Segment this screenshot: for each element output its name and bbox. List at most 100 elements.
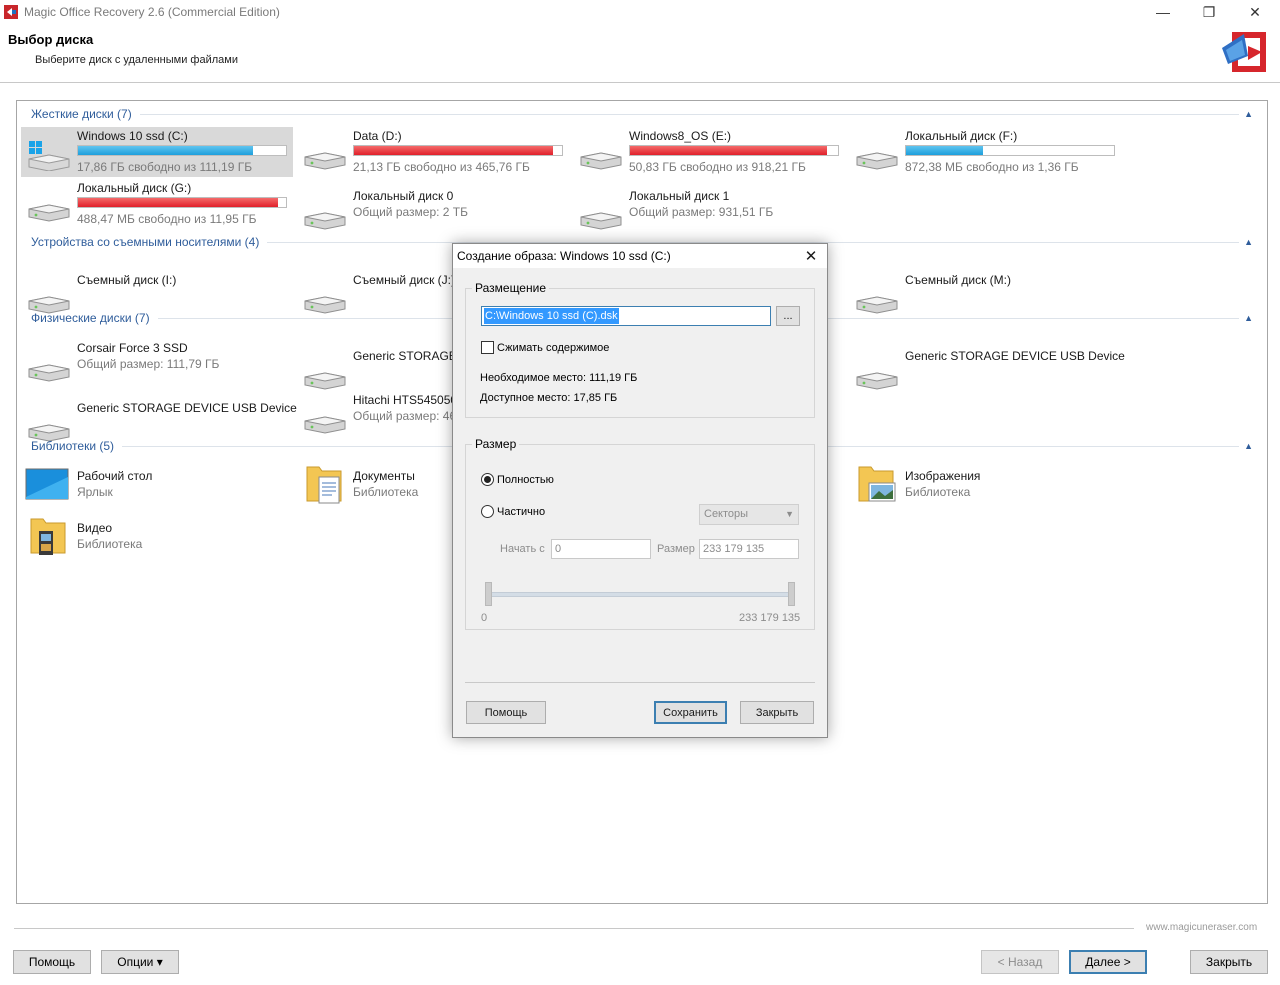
disk-name: Windows 10 ssd (C:) bbox=[77, 129, 188, 143]
library-name: Рабочий стол bbox=[77, 469, 153, 483]
disk-name: Локальный диск 0 bbox=[353, 189, 454, 203]
dialog-titlebar: Создание образа: Windows 10 ssd (C:) ✕ bbox=[453, 244, 827, 268]
chevron-up-icon[interactable]: ▲ bbox=[1239, 109, 1253, 119]
help-button[interactable]: Помощь bbox=[13, 950, 91, 974]
page-title: Выбор диска bbox=[8, 32, 94, 47]
disk-name: Data (D:) bbox=[353, 129, 402, 143]
disk-name: Hitachi HTS545050A bbox=[353, 393, 466, 407]
section-label: Физические диски (7) bbox=[31, 311, 150, 325]
physical-item[interactable]: Generic STORAGE DEVICE USB Device bbox=[849, 347, 1125, 397]
app-title: Magic Office Recovery 2.6 (Commercial Ed… bbox=[24, 5, 280, 19]
chevron-up-icon[interactable]: ▲ bbox=[1239, 313, 1253, 323]
units-value: Секторы bbox=[704, 508, 749, 520]
required-space: Необходимое место: 111,19 ГБ bbox=[480, 372, 638, 384]
image-path-value: C:\Windows 10 ssd (C).dsk bbox=[484, 308, 619, 324]
footer-divider bbox=[14, 928, 1134, 929]
exit-button[interactable]: Закрыть bbox=[1190, 950, 1268, 974]
disk-free-space: 872,38 МБ свободно из 1,36 ГБ bbox=[905, 160, 1079, 174]
disk-free-space: 17,86 ГБ свободно из 111,19 ГБ bbox=[77, 160, 253, 174]
disk-free-space: 50,83 ГБ свободно из 918,21 ГБ bbox=[629, 160, 806, 174]
range-slider-end-handle[interactable] bbox=[788, 582, 795, 606]
window-titlebar: Magic Office Recovery 2.6 (Commercial Ed… bbox=[0, 0, 1280, 24]
dialog-close-action-button[interactable]: Закрыть bbox=[740, 701, 814, 724]
hard-drive-icon bbox=[304, 212, 346, 230]
disk-usage-bar bbox=[629, 145, 839, 156]
size-group-label: Размер bbox=[472, 437, 520, 451]
disk-usage-bar bbox=[77, 145, 287, 156]
hard-drive-icon bbox=[580, 212, 622, 230]
options-button[interactable]: Опции ▾ bbox=[101, 950, 179, 974]
range-slider-start-handle[interactable] bbox=[485, 582, 492, 606]
documents-folder-icon bbox=[306, 466, 342, 504]
full-radio[interactable] bbox=[481, 473, 494, 486]
library-item-pictures[interactable]: Изображения Библиотека bbox=[849, 466, 1121, 517]
library-name: Изображения bbox=[905, 469, 981, 483]
start-label: Начать с bbox=[500, 543, 545, 555]
library-item-desktop[interactable]: Рабочий стол Ярлык bbox=[21, 467, 293, 517]
disk-usage-bar bbox=[905, 145, 1115, 156]
footer-url: www.magicuneraser.com bbox=[1146, 922, 1258, 933]
size-input[interactable]: 233 179 135 bbox=[699, 539, 799, 559]
chevron-down-icon: ▼ bbox=[785, 509, 794, 519]
create-image-dialog: Создание образа: Windows 10 ssd (C:) ✕ Р… bbox=[452, 243, 828, 738]
hard-drive-icon bbox=[28, 204, 70, 222]
dialog-close-button[interactable]: ✕ bbox=[797, 246, 825, 266]
minimize-button[interactable]: — bbox=[1140, 0, 1186, 24]
disk-name: Generic STORAGE DEVICE USB Device bbox=[905, 349, 1125, 363]
disk-item-f[interactable]: Локальный диск (F:) 872,38 МБ свободно и… bbox=[849, 127, 1121, 177]
disk-free-space: 21,13 ГБ свободно из 465,76 ГБ bbox=[353, 160, 530, 174]
disk-item-local-0[interactable]: Локальный диск 0 Общий размер: 2 ТБ bbox=[297, 187, 569, 237]
section-hard-disks[interactable]: Жесткие диски (7) ▲ bbox=[31, 106, 1253, 122]
disk-total-size: Общий размер: 46 bbox=[353, 409, 457, 423]
maximize-button[interactable]: ❐ bbox=[1186, 0, 1232, 24]
disk-name: Generic STORAGE DEVICE USB Device bbox=[77, 401, 297, 415]
disk-name: Локальный диск (F:) bbox=[905, 129, 1018, 143]
size-label: Размер bbox=[657, 543, 695, 555]
disk-item-e[interactable]: Windows8_OS (E:) 50,83 ГБ свободно из 91… bbox=[573, 127, 845, 177]
compress-label: Сжимать содержимое bbox=[497, 342, 610, 354]
disk-name: Windows8_OS (E:) bbox=[629, 129, 732, 143]
units-select[interactable]: Секторы ▼ bbox=[699, 504, 799, 525]
range-slider-track[interactable] bbox=[489, 592, 793, 597]
library-type: Библиотека bbox=[353, 485, 419, 499]
available-space: Доступное место: 17,85 ГБ bbox=[480, 392, 618, 404]
browse-button[interactable]: ... bbox=[776, 306, 800, 326]
compress-checkbox[interactable] bbox=[481, 341, 494, 354]
placement-group-label: Размещение bbox=[472, 281, 549, 295]
disk-item-c[interactable]: Windows 10 ssd (C:) 17,86 ГБ свободно из… bbox=[21, 127, 293, 177]
disk-item-local-1[interactable]: Локальный диск 1 Общий размер: 931,51 ГБ bbox=[573, 187, 845, 237]
dialog-save-button[interactable]: Сохранить bbox=[654, 701, 727, 724]
library-item-video[interactable]: Видео Библиотека bbox=[21, 518, 293, 569]
disk-name: Локальный диск 1 bbox=[629, 189, 730, 203]
hard-drive-icon bbox=[580, 152, 622, 170]
dialog-title: Создание образа: Windows 10 ssd (C:) bbox=[457, 249, 671, 263]
range-max-label: 233 179 135 bbox=[739, 612, 801, 624]
library-name: Видео bbox=[77, 521, 113, 535]
chevron-up-icon[interactable]: ▲ bbox=[1239, 441, 1253, 451]
next-button[interactable]: Далее > bbox=[1069, 950, 1147, 974]
back-button[interactable]: < Назад bbox=[981, 950, 1059, 974]
app-logo-icon bbox=[1222, 32, 1266, 72]
video-folder-icon bbox=[30, 518, 66, 555]
partial-radio[interactable] bbox=[481, 505, 494, 518]
dialog-help-button[interactable]: Помощь bbox=[466, 701, 546, 724]
app-icon bbox=[4, 5, 18, 19]
chevron-up-icon[interactable]: ▲ bbox=[1239, 237, 1253, 247]
disk-item-g[interactable]: Локальный диск (G:) 488,47 МБ свободно и… bbox=[21, 179, 293, 229]
disk-item-d[interactable]: Data (D:) 21,13 ГБ свободно из 465,76 ГБ bbox=[297, 127, 569, 177]
pictures-folder-icon bbox=[858, 466, 896, 502]
page-subtitle: Выберите диск с удаленными файлами bbox=[35, 54, 238, 66]
close-window-button[interactable]: ✕ bbox=[1232, 0, 1278, 24]
partial-radio-label: Частично bbox=[497, 506, 546, 518]
desktop-icon bbox=[25, 468, 69, 500]
library-type: Библиотека bbox=[77, 537, 143, 551]
start-input[interactable]: 0 bbox=[551, 539, 651, 559]
physical-item[interactable]: Corsair Force 3 SSD Общий размер: 111,79… bbox=[21, 339, 293, 389]
hard-drive-icon bbox=[304, 372, 346, 390]
range-min-label: 0 bbox=[481, 612, 488, 624]
size-group bbox=[465, 444, 815, 630]
library-type: Библиотека bbox=[905, 485, 971, 499]
disk-name: Съемный диск (J:) bbox=[353, 273, 455, 287]
image-path-input[interactable]: C:\Windows 10 ssd (C).dsk bbox=[481, 306, 771, 326]
full-radio-label: Полностью bbox=[497, 474, 554, 486]
